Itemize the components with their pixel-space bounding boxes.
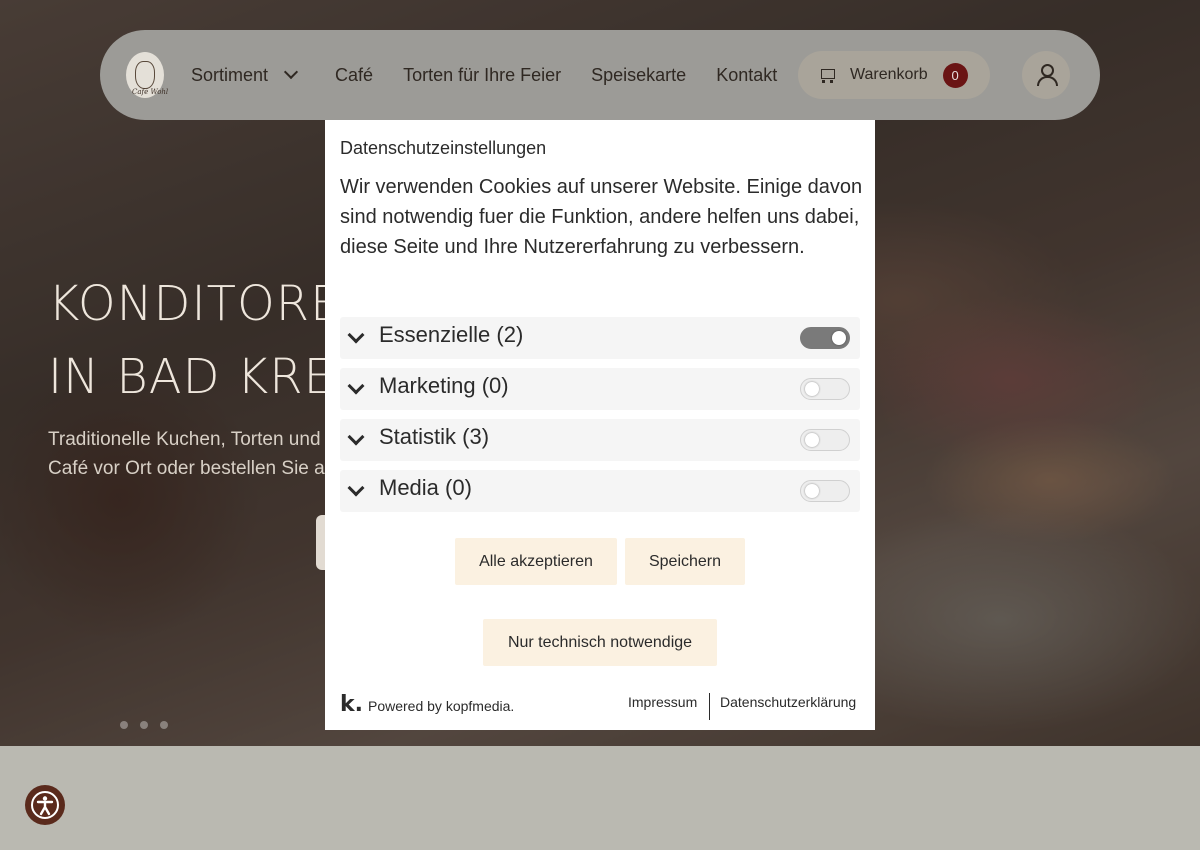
hero-title-line-1: KONDITORE [48,276,342,332]
accessibility-button[interactable] [25,785,65,825]
toggle-knob [805,382,819,396]
nav-label: Kontakt [716,64,778,85]
toggle-essenzielle[interactable] [800,327,850,349]
category-label: Essenzielle (2) [379,322,524,347]
category-label: Media (0) [379,475,472,500]
chevron-down-icon [347,428,365,446]
dialog-title: Datenschutzeinstellungen [340,138,547,158]
main-nav: Sortiment Café Torten für Ihre Feier Spe… [191,30,777,120]
category-essenzielle[interactable]: Essenzielle (2) [340,317,860,359]
account-button[interactable] [1022,51,1070,99]
accept-all-button[interactable]: Alle akzeptieren [455,538,617,585]
cookie-consent-dialog: Datenschutzeinstellungen Wir verwenden C… [325,120,875,730]
chevron-down-icon [347,377,365,395]
powered-by[interactable]: k. Powered by kopfmedia. [340,691,515,717]
chevron-down-icon [347,326,365,344]
toggle-knob [832,331,846,345]
site-header: Café Wohl Sortiment Café Torten für Ihre… [100,30,1100,120]
hero-title-line-2: IN BAD KREU [48,349,372,405]
toggle-marketing[interactable] [800,378,850,400]
hero-subtitle-line-1: Traditionelle Kuchen, Torten und [48,429,321,450]
nav-item-torten[interactable]: Torten für Ihre Feier [403,65,561,86]
toggle-media[interactable] [800,480,850,502]
slider-dots [120,716,180,734]
toggle-knob [805,433,819,447]
category-media[interactable]: Media (0) [340,470,860,512]
slider-dot[interactable] [160,721,168,729]
nav-label: Sortiment [191,64,269,85]
powered-by-text: Powered by kopfmedia. [368,698,515,714]
category-statistik[interactable]: Statistik (3) [340,419,860,461]
nav-label: Torten für Ihre Feier [403,64,562,85]
privacy-link[interactable]: Datenschutzerklärung [720,694,856,710]
cart-label: Warenkorb [850,66,928,83]
category-marketing[interactable]: Marketing (0) [340,368,860,410]
save-button[interactable]: Speichern [625,538,745,585]
hero-subtitle: Traditionelle Kuchen, Torten und Café vo… [48,425,335,483]
nav-item-speisekarte[interactable]: Speisekarte [591,65,686,86]
hero-subtitle-line-2: Café vor Ort oder bestellen Sie au [48,458,336,479]
category-label: Statistik (3) [379,424,490,449]
imprint-link[interactable]: Impressum [628,694,697,710]
accessibility-icon [31,791,59,819]
slider-dot[interactable] [140,721,148,729]
hero-title: KONDITORE IN BAD KREU [48,268,371,414]
toggle-knob [805,484,819,498]
logo-text: Café Wohl [132,88,169,96]
nav-label: Speisekarte [591,64,687,85]
logo-emblem-icon [135,61,155,89]
essential-only-button[interactable]: Nur technisch notwendige [483,619,717,666]
slider-dot[interactable] [120,721,128,729]
user-icon [1036,64,1058,86]
nav-item-kontakt[interactable]: Kontakt [716,65,777,86]
chevron-down-icon [347,479,365,497]
nav-item-cafe[interactable]: Café [335,65,373,86]
nav-label: Café [335,64,374,85]
cart-icon [818,66,836,84]
kopfmedia-logo: k. [340,691,363,717]
toggle-statistik[interactable] [800,429,850,451]
cart-button[interactable]: Warenkorb 0 [798,51,990,99]
nav-item-sortiment[interactable]: Sortiment [191,64,299,86]
cart-count-badge: 0 [942,62,968,88]
footer-divider [709,693,710,720]
dialog-description: Wir verwenden Cookies auf unserer Websit… [340,176,863,258]
category-label: Marketing (0) [379,373,509,398]
chevron-down-icon [283,64,299,80]
